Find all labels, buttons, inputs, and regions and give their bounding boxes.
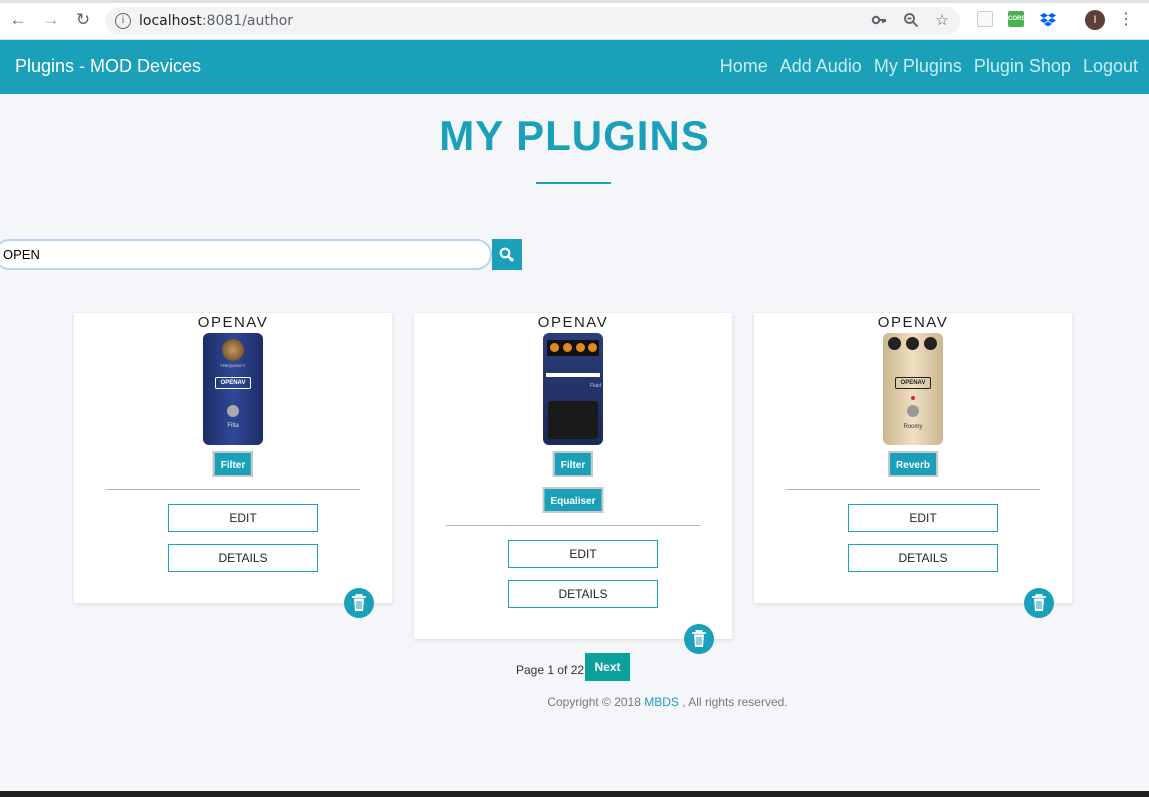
pedal-name: Fluid <box>590 383 601 389</box>
pedal-knob-label: FREQUENCY <box>220 363 246 368</box>
reload-icon[interactable]: ↻ <box>73 10 93 30</box>
plugin-card: OPENAV Fluid Filter Equaliser EDIT DETAI… <box>414 313 732 639</box>
pedal-name: Roomy <box>903 424 923 430</box>
edit-button[interactable]: EDIT <box>508 540 658 568</box>
browser-toolbar: ← → ↻ i localhost:8081/author ☆ CORS I ⋮ <box>0 0 1149 40</box>
pedal-image-filta: FREQUENCY OPENAV Filta <box>203 333 263 445</box>
pedal-io-strip <box>546 373 600 377</box>
pedal-knob <box>222 339 244 361</box>
card-divider <box>446 525 700 526</box>
pedal-knob-panel <box>547 340 599 356</box>
details-button[interactable]: DETAILS <box>168 544 318 572</box>
delete-button[interactable] <box>344 588 374 618</box>
card-divider <box>106 489 360 490</box>
details-button[interactable]: DETAILS <box>508 580 658 608</box>
card-brand: OPENAV <box>537 314 609 331</box>
pedal-image-roomy: OPENAV Roomy <box>883 333 943 445</box>
pedal-logo: OPENAV <box>895 377 931 389</box>
zoom-icon[interactable] <box>902 12 920 30</box>
card-brand: OPENAV <box>877 314 949 331</box>
cors-extension-icon[interactable]: CORS <box>1008 11 1025 27</box>
nav-plugin-shop[interactable]: Plugin Shop <box>974 56 1071 77</box>
url-path: :8081/author <box>201 13 294 29</box>
edit-button[interactable]: EDIT <box>168 504 318 532</box>
forward-icon[interactable]: → <box>41 10 61 30</box>
tag-equaliser[interactable]: Equaliser <box>542 487 604 513</box>
back-icon[interactable]: ← <box>8 10 28 30</box>
window-bottom-edge <box>0 791 1149 797</box>
nav-links: Home Add Audio My Plugins Plugin Shop Lo… <box>708 56 1138 77</box>
next-page-button[interactable]: Next <box>585 653 630 681</box>
star-icon[interactable]: ☆ <box>933 12 951 30</box>
url-host: localhost <box>139 13 202 29</box>
pedal-footswitch <box>548 401 598 439</box>
dropbox-extension-icon[interactable] <box>1040 11 1056 27</box>
nav-home[interactable]: Home <box>720 56 768 77</box>
url-text[interactable]: localhost:8081/author <box>139 13 293 29</box>
menu-kebab-icon[interactable]: ⋮ <box>1118 10 1134 30</box>
pagination-status: Page 1 of 22 <box>516 663 585 677</box>
tag-reverb[interactable]: Reverb <box>888 451 938 477</box>
delete-button[interactable] <box>684 624 714 654</box>
footer-copyright: Copyright © 2018 <box>547 695 641 709</box>
address-bar[interactable]: i localhost:8081/author ☆ <box>105 7 960 35</box>
navbar-brand[interactable]: Plugins - MOD Devices <box>15 56 201 77</box>
footer-rights: , All rights reserved. <box>682 695 788 709</box>
tag-filter[interactable]: Filter <box>212 451 254 477</box>
profile-avatar[interactable]: I <box>1085 10 1105 30</box>
key-icon[interactable] <box>870 12 888 30</box>
site-info-icon[interactable]: i <box>115 13 131 29</box>
tab-strip-edge <box>0 0 1149 3</box>
trash-icon <box>692 630 706 647</box>
nav-add-audio[interactable]: Add Audio <box>780 56 862 77</box>
plugin-card: OPENAV OPENAV Roomy Reverb EDIT DETAILS <box>754 313 1072 603</box>
nav-my-plugins[interactable]: My Plugins <box>874 56 962 77</box>
footer: Copyright © 2018 MBDS , All rights reser… <box>0 695 1149 709</box>
pedal-logo: OPENAV <box>215 377 251 389</box>
edit-button[interactable]: EDIT <box>848 504 998 532</box>
delete-button[interactable] <box>1024 588 1054 618</box>
search-input[interactable] <box>0 239 492 270</box>
grid-extension-icon[interactable] <box>977 11 993 27</box>
pedal-footswitch <box>907 405 919 417</box>
card-brand: OPENAV <box>197 314 269 331</box>
search-icon <box>499 247 514 262</box>
details-button[interactable]: DETAILS <box>848 544 998 572</box>
trash-icon <box>352 594 366 611</box>
pedal-footswitch <box>227 405 239 417</box>
tag-filter[interactable]: Filter <box>552 451 594 477</box>
app-navbar: Plugins - MOD Devices Home Add Audio My … <box>0 40 1149 94</box>
card-divider <box>786 489 1040 490</box>
title-divider <box>536 182 611 184</box>
plugin-card: OPENAV FREQUENCY OPENAV Filta Filter EDI… <box>74 313 392 603</box>
pedal-name: Filta <box>227 423 239 429</box>
pedal-image-fluid: Fluid <box>543 333 603 445</box>
search-button[interactable] <box>492 239 522 270</box>
footer-link-mbds[interactable]: MBDS <box>644 695 679 709</box>
page-title: MY PLUGINS <box>439 112 710 159</box>
nav-logout[interactable]: Logout <box>1083 56 1138 77</box>
trash-icon <box>1032 594 1046 611</box>
